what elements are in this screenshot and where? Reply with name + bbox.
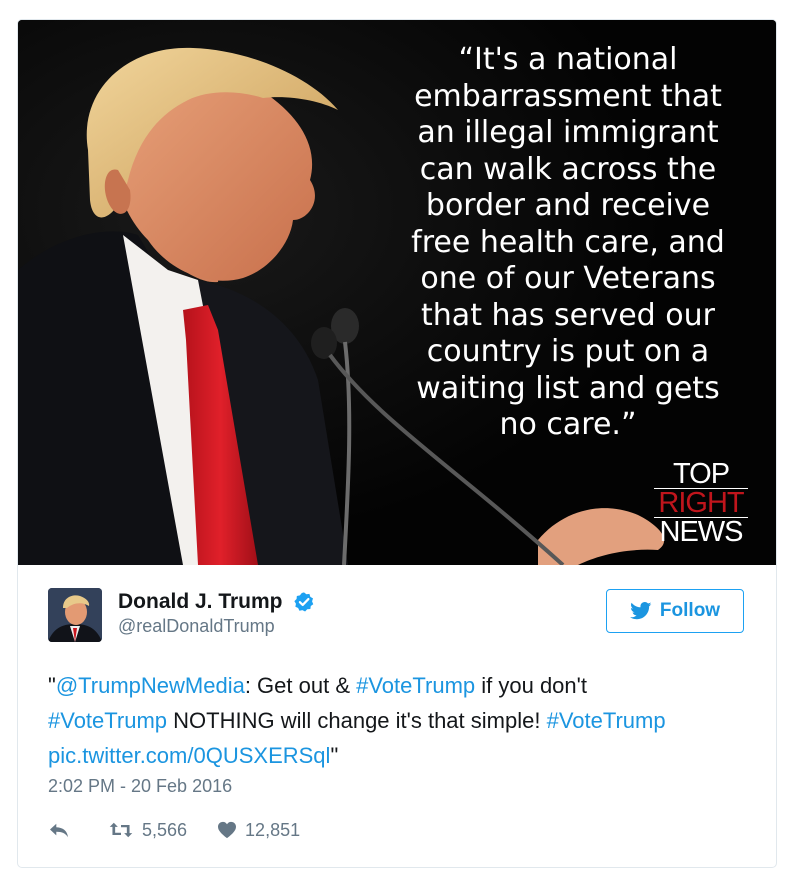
tweet-media-image[interactable]: “It's a national embarrassment that an i… [18, 20, 776, 565]
quote-line: an illegal immigrant [417, 115, 719, 150]
brand-line-top: TOP [672, 458, 730, 490]
retweet-icon [109, 822, 133, 838]
hashtag-link[interactable]: #VoteTrump [356, 673, 475, 698]
quote-line: border and receive [425, 188, 711, 223]
retweet-count: 5,566 [142, 819, 188, 840]
tweet-actions: 5,566 12,851 [48, 818, 330, 842]
pic-link[interactable]: pic.twitter.com/0QUSXERSql [48, 743, 330, 768]
quote-line: no care.” [499, 407, 637, 442]
twitter-bird-icon [630, 602, 652, 620]
author-display-name[interactable]: Donald J. Trump [118, 590, 283, 614]
image-quote-text: “It's a national embarrassment that an i… [373, 42, 763, 444]
follow-button-label: Follow [659, 600, 721, 621]
mention-link[interactable]: @TrumpNewMedia [56, 673, 245, 698]
quote-line: that has served our [421, 297, 715, 333]
verified-badge-icon [293, 591, 315, 613]
quote-line: free health care, and [411, 224, 725, 260]
author-names: Donald J. Trump @realDonaldTrump [118, 590, 315, 637]
avatar[interactable] [48, 588, 102, 642]
profile-photo-icon [48, 588, 102, 642]
like-count: 12,851 [245, 819, 301, 840]
like-button[interactable]: 12,851 [217, 820, 300, 841]
tweet-text-segment: : Get out & [244, 673, 357, 698]
reply-button[interactable] [48, 821, 78, 839]
top-right-news-logo: TOP RIGHT NEWS [646, 458, 756, 548]
tweet-text: "@TrumpNewMedia: Get out & #VoteTrump if… [48, 668, 758, 773]
hashtag-link[interactable]: #VoteTrump [48, 708, 167, 733]
brand-line-right: RIGHT [658, 487, 744, 519]
quote-line: one of our Veterans [420, 261, 716, 296]
heart-icon [218, 821, 237, 839]
quote-line: country is put on a [426, 334, 710, 369]
hashtag-link[interactable]: #VoteTrump [547, 708, 666, 733]
tweet-text-segment: " [48, 673, 56, 698]
tweet-timestamp[interactable]: 2:02 PM - 20 Feb 2016 [48, 776, 232, 797]
author-handle[interactable]: @realDonaldTrump [118, 616, 315, 637]
tweet-text-segment: NOTHING will change it's that simple! [167, 708, 547, 733]
quote-line: embarrassment that [414, 78, 722, 114]
tweet-text-segment: if you don't [475, 673, 587, 698]
follow-button[interactable]: Follow [606, 589, 744, 633]
quote-line: “It's a national [458, 42, 678, 77]
brand-line-news: NEWS [659, 516, 744, 548]
tweet-card: “It's a national embarrassment that an i… [17, 19, 777, 868]
quote-line: waiting list and gets [416, 370, 720, 406]
quote-line: can walk across the [419, 151, 717, 187]
reply-icon [50, 823, 68, 838]
tweet-text-segment: " [330, 743, 339, 768]
retweet-button[interactable]: 5,566 [108, 820, 187, 841]
